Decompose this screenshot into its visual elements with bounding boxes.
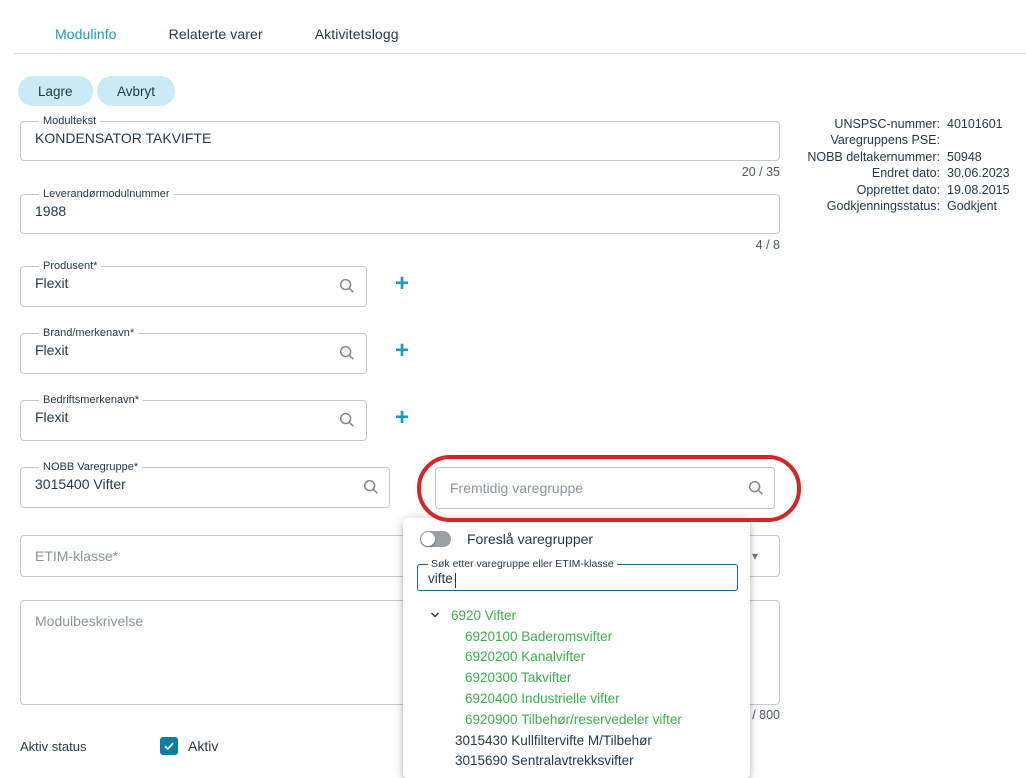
info-row-deltakernummer: NOBB deltakernummer: 50948: [788, 149, 1010, 165]
tree-node-6920900[interactable]: 6920900 Tilbehør/reservedeler vifter: [403, 709, 750, 730]
tree-node-6920300[interactable]: 6920300 Takvifter: [403, 667, 750, 688]
info-row-endret-dato: Endret dato: 30.06.2023: [788, 165, 1010, 181]
tab-modulinfo[interactable]: Modulinfo: [55, 26, 117, 42]
info-row-pse: Varegruppens PSE:: [788, 132, 1010, 148]
brand-merkenavn-field: Brand/merkenavn*: [20, 327, 367, 374]
foresla-varegrupper-toggle[interactable]: Foreslå varegrupper: [420, 531, 593, 547]
info-row-opprettet-dato: Opprettet dato: 19.08.2015: [788, 182, 1010, 198]
bedriftsmerkenavn-label: Bedriftsmerkenavn*: [39, 394, 143, 406]
tree-node-6920400[interactable]: 6920400 Industrielle vifter: [403, 688, 750, 709]
add-brand-button[interactable]: +: [390, 339, 414, 363]
nobb-varegruppe-label: NOBB Varegruppe*: [39, 461, 142, 473]
produsent-field: Produsent*: [20, 260, 367, 307]
toggle-track[interactable]: [420, 531, 451, 547]
info-value: Godkjent: [947, 198, 997, 214]
toggle-knob: [421, 532, 435, 546]
modultekst-input[interactable]: [33, 129, 767, 146]
aktiv-checkbox-label: Aktiv: [188, 738, 218, 754]
info-label: Godkjenningsstatus:: [788, 198, 940, 214]
varegruppe-search-field: Søk etter varegruppe eller ETIM-klasse: [417, 558, 738, 591]
info-label: Endret dato:: [788, 165, 940, 181]
tab-aktivitetslogg[interactable]: Aktivitetslogg: [315, 26, 399, 42]
nobb-varegruppe-input[interactable]: [33, 475, 377, 492]
caret-down-icon[interactable]: ▾: [752, 549, 758, 563]
tab-divider: [14, 53, 1026, 54]
search-icon[interactable]: [338, 411, 356, 429]
tree-node-3015430[interactable]: 3015430 Kullfiltervifte M/Tilbehør: [403, 730, 750, 751]
toggle-label: Foreslå varegrupper: [467, 531, 593, 547]
leverandormodulnummer-counter: 4 / 8: [680, 238, 780, 252]
search-icon[interactable]: [362, 478, 380, 496]
bedriftsmerkenavn-input[interactable]: [33, 408, 354, 425]
aktiv-status-label: Aktiv status: [20, 739, 86, 754]
info-row-godkjenningsstatus: Godkjenningsstatus: Godkjent: [788, 198, 1010, 214]
search-icon[interactable]: [338, 344, 356, 362]
info-value: 50948: [947, 149, 982, 165]
tree-node-6920200[interactable]: 6920200 Kanalvifter: [403, 647, 750, 668]
info-value: 19.08.2015: [947, 182, 1010, 198]
varegruppe-tree: 6920 Vifter 6920100 Baderomsvifter 69202…: [403, 605, 750, 771]
produsent-input[interactable]: [33, 274, 354, 291]
leverandormodulnummer-label: Leverandørmodulnummer: [39, 188, 174, 200]
leverandormodulnummer-input[interactable]: [33, 202, 767, 219]
varegruppe-search-input[interactable]: [426, 571, 729, 586]
tree-node-6920[interactable]: 6920 Vifter: [403, 605, 750, 626]
chevron-down-icon[interactable]: [429, 609, 441, 621]
brand-merkenavn-label: Brand/merkenavn*: [39, 327, 138, 339]
modultekst-counter: 20 / 35: [680, 165, 780, 179]
info-row-unspsc: UNSPSC-nummer: 40101601: [788, 116, 1010, 132]
leverandormodulnummer-field: Leverandørmodulnummer: [20, 188, 780, 234]
info-value: 40101601: [947, 116, 1003, 132]
varegruppe-dropdown-panel: Foreslå varegrupper Søk etter varegruppe…: [403, 518, 750, 778]
search-icon[interactable]: [747, 479, 765, 497]
info-label: NOBB deltakernummer:: [788, 149, 940, 165]
aktiv-checkbox[interactable]: [160, 737, 178, 755]
produsent-label: Produsent*: [39, 260, 101, 272]
info-label: Opprettet dato:: [788, 182, 940, 198]
modultekst-field: Modultekst: [20, 115, 780, 161]
fremtidig-varegruppe-input[interactable]: [435, 467, 775, 509]
varegruppe-search-label: Søk etter varegruppe eller ETIM-klasse: [428, 558, 617, 570]
add-bedriftsmerkenavn-button[interactable]: +: [390, 406, 414, 430]
tab-bar: Modulinfo Relaterte varer Aktivitetslogg: [55, 26, 399, 42]
tree-node-label: 6920 Vifter: [451, 608, 516, 623]
module-info-panel: UNSPSC-nummer: 40101601 Varegruppens PSE…: [788, 116, 1010, 214]
bedriftsmerkenavn-field: Bedriftsmerkenavn*: [20, 394, 367, 441]
module-edit-page: Modulinfo Relaterte varer Aktivitetslogg…: [0, 0, 1026, 757]
info-label: Varegruppens PSE:: [788, 132, 940, 148]
add-produsent-button[interactable]: +: [390, 272, 414, 296]
tab-relaterte-varer[interactable]: Relaterte varer: [169, 26, 263, 42]
save-button[interactable]: Lagre: [18, 76, 93, 106]
info-label: UNSPSC-nummer:: [788, 116, 940, 132]
tree-node-partial[interactable]: 3015690 Sentralavtrekksvifter: [403, 751, 750, 772]
tree-node-6920100[interactable]: 6920100 Baderomsvifter: [403, 626, 750, 647]
info-value: 30.06.2023: [947, 165, 1010, 181]
modultekst-label: Modultekst: [39, 115, 100, 127]
check-icon: [163, 740, 175, 752]
text-cursor: [455, 573, 456, 588]
nobb-varegruppe-field: NOBB Varegruppe*: [20, 461, 390, 508]
cancel-button[interactable]: Avbryt: [97, 76, 175, 106]
search-icon[interactable]: [338, 277, 356, 295]
brand-merkenavn-input[interactable]: [33, 341, 354, 358]
